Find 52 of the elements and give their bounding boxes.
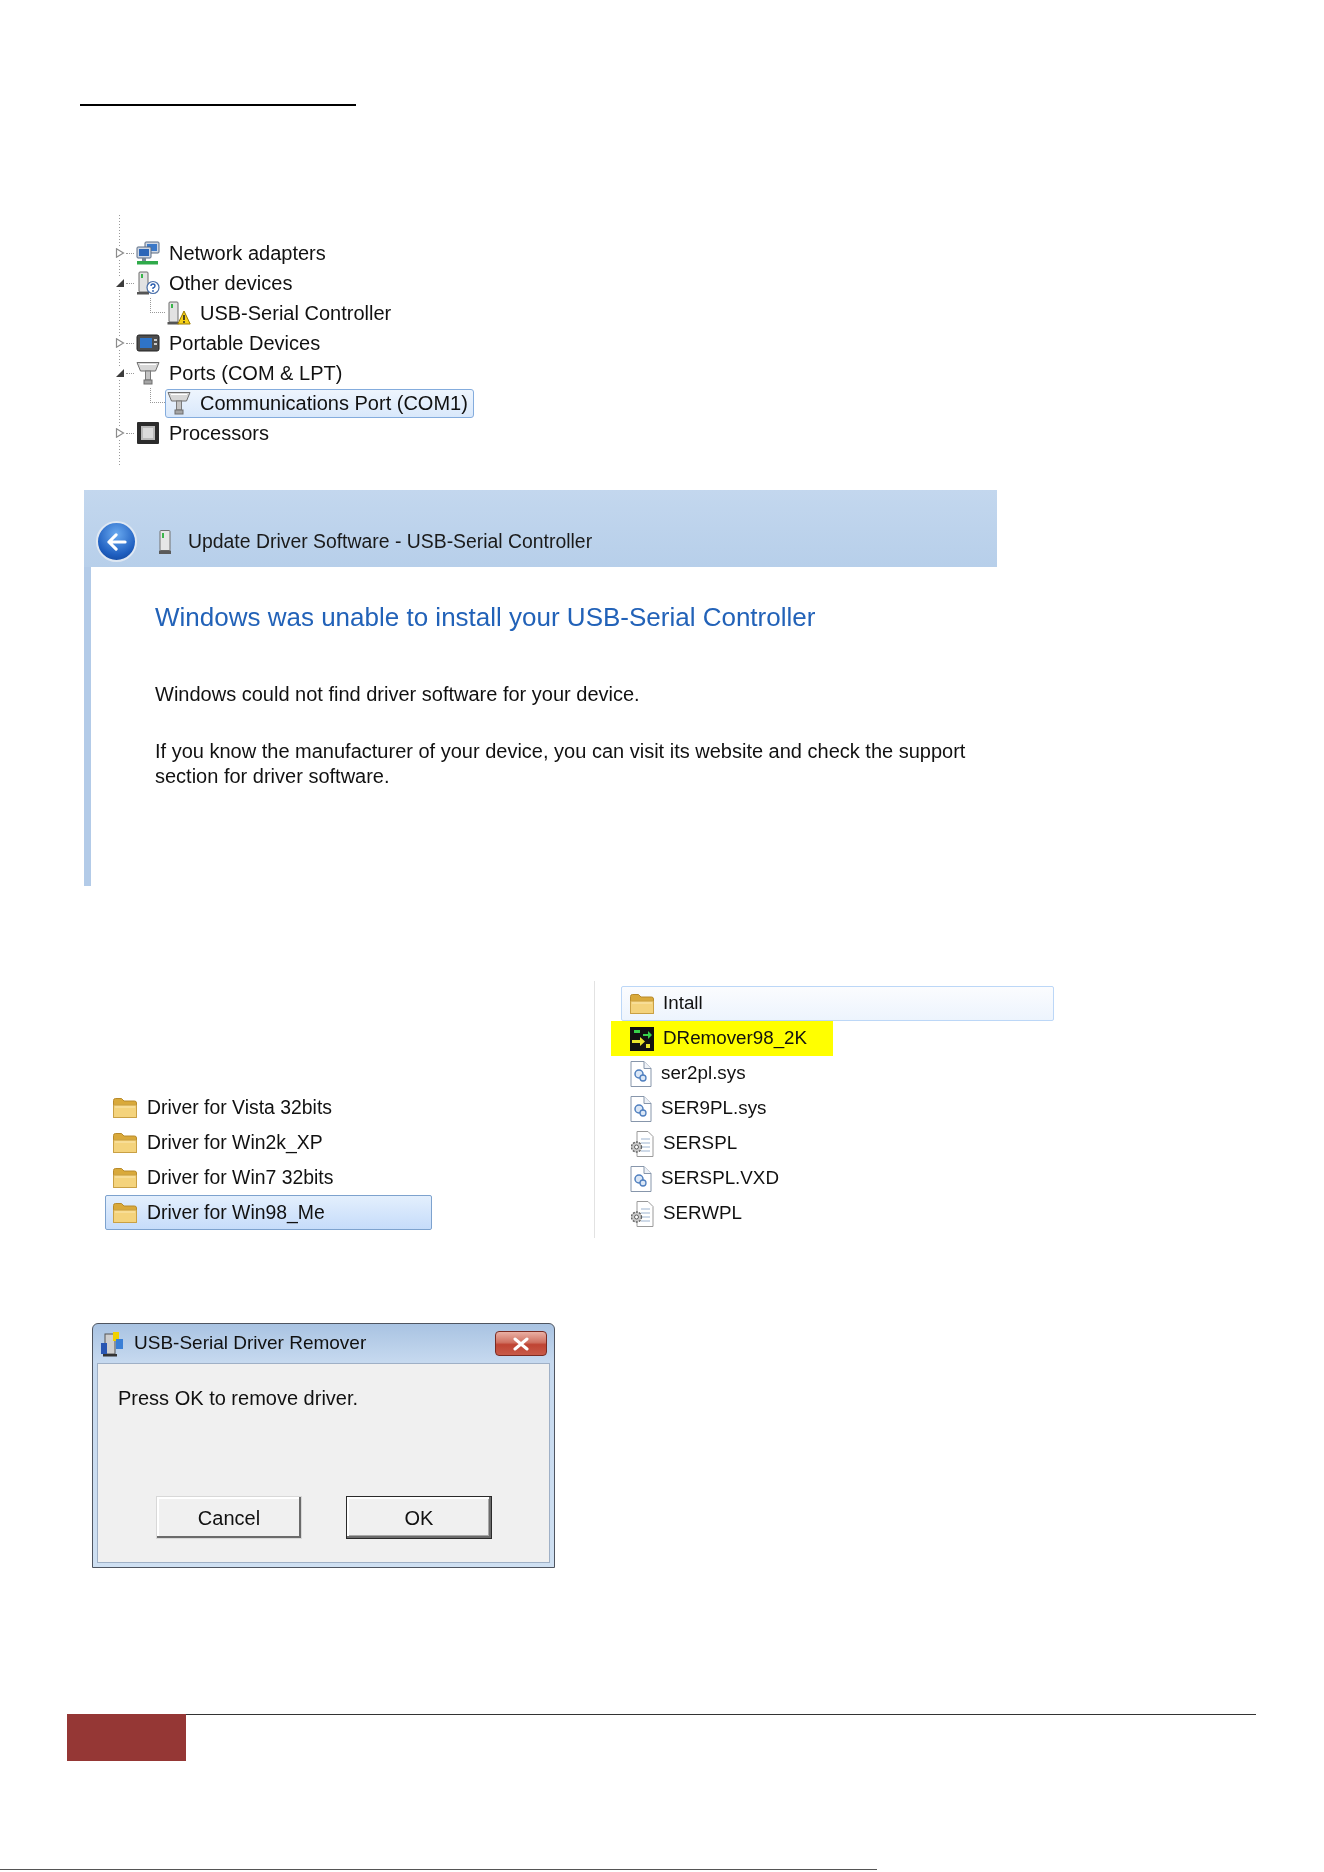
dialog-message: Press OK to remove driver.	[118, 1386, 360, 1410]
device-icon	[159, 529, 171, 554]
window-title: Update Driver Software - USB-Serial Controller	[188, 528, 593, 554]
folder-item[interactable]: Driver for Win2k_XP	[105, 1125, 432, 1160]
folder-item[interactable]: Driver for Vista 32bits	[105, 1090, 432, 1125]
expander-icon[interactable]	[114, 368, 125, 378]
system-file-icon	[630, 1060, 652, 1087]
body-paragraph: If you know the manufacturer of your device, you can visit its website and check the support section for driver software.	[155, 739, 967, 789]
dialog-title: USB-Serial Driver Remover	[134, 1331, 367, 1356]
folder-icon	[113, 1167, 137, 1188]
port-connector-icon	[136, 361, 160, 385]
app-icon	[100, 1330, 124, 1357]
folder-item[interactable]: Driver for Win98_Me	[105, 1195, 432, 1230]
back-button[interactable]	[96, 521, 137, 562]
arrow-left-icon	[106, 532, 127, 551]
program-icon	[630, 1026, 654, 1051]
file-item[interactable]: DRemover98_2K	[611, 1021, 834, 1056]
chip-icon	[136, 421, 160, 445]
folder-item[interactable]: Driver for Win7 32bits	[105, 1160, 432, 1195]
system-file-icon	[630, 1095, 652, 1122]
folder-icon	[113, 1097, 137, 1118]
tree-item[interactable]: Communications Port (COM1)	[165, 388, 474, 418]
folder-icon	[630, 993, 654, 1014]
file-item[interactable]: Intall	[621, 986, 1054, 1021]
port-connector-icon	[167, 391, 191, 415]
file-item[interactable]: SERSPL.VXD	[621, 1161, 1054, 1196]
config-file-icon	[630, 1200, 654, 1227]
tree-item[interactable]: Portable Devices	[134, 328, 327, 358]
tree-item[interactable]: Processors	[134, 418, 276, 448]
portable-device-icon	[136, 331, 160, 355]
close-button[interactable]	[495, 1331, 547, 1356]
error-heading: Windows was unable to install your USB-Serial Controller	[155, 601, 817, 633]
tree-item[interactable]: Ports (COM & LPT)	[134, 358, 349, 388]
close-icon	[512, 1336, 530, 1351]
expander-icon[interactable]	[114, 278, 125, 288]
tree-item[interactable]: Other devices	[134, 268, 299, 298]
system-file-icon	[630, 1165, 652, 1192]
config-file-icon	[630, 1130, 654, 1157]
folder-icon	[113, 1132, 137, 1153]
folder-icon	[113, 1202, 137, 1223]
tree-item[interactable]: Network adapters	[134, 238, 332, 268]
unknown-device-icon	[136, 271, 160, 295]
warning-device-icon	[167, 301, 191, 325]
file-item[interactable]: SER9PL.sys	[621, 1091, 1054, 1126]
file-item[interactable]: ser2pl.sys	[621, 1056, 1054, 1091]
dialog-button[interactable]: OK	[346, 1496, 492, 1539]
file-item[interactable]: SERWPL	[621, 1196, 1054, 1231]
file-item[interactable]: SERSPL	[621, 1126, 1054, 1161]
tree-item[interactable]: USB-Serial Controller	[165, 298, 398, 328]
dialog-button[interactable]: Cancel	[156, 1496, 302, 1539]
network-icon	[136, 241, 160, 265]
body-paragraph: Windows could not find driver software for your device.	[155, 682, 641, 707]
